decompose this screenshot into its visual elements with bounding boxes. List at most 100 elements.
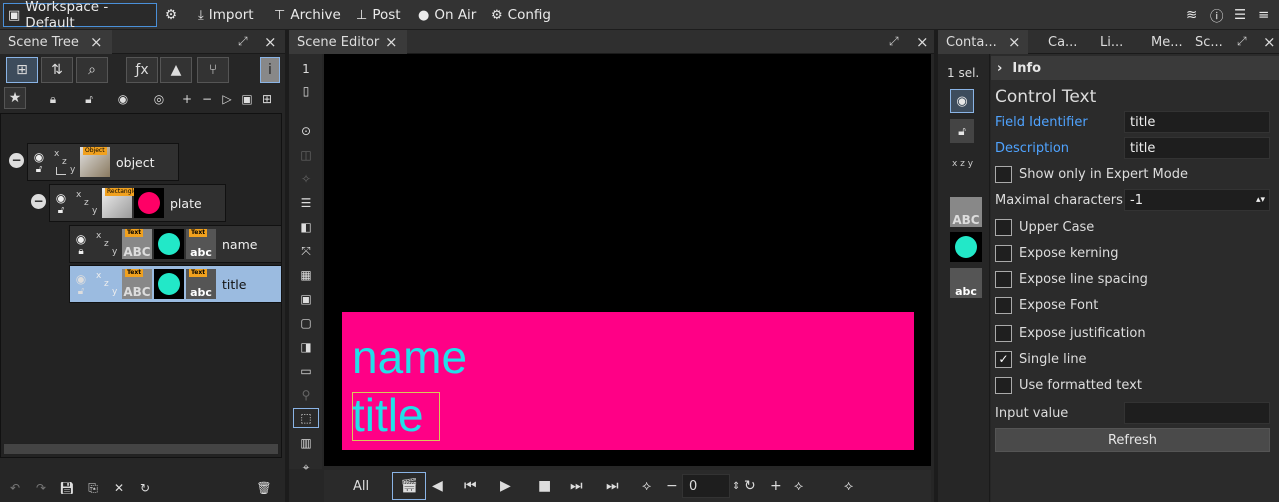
tab-lights[interactable]: Li...	[1092, 30, 1123, 54]
play-icon[interactable]: ▶	[500, 470, 511, 502]
matte-icon[interactable]: ◨	[297, 338, 315, 356]
checkbox-box[interactable]	[995, 218, 1012, 236]
post-button[interactable]: ⊥ Post	[356, 0, 401, 30]
trash-icon[interactable]: 🗑︎	[255, 479, 273, 497]
visible-icon[interactable]: ◉	[114, 90, 132, 108]
layer-icon[interactable]: ▯	[297, 82, 315, 100]
collapse-object-icon[interactable]: −	[9, 153, 24, 168]
visible-toggle-icon[interactable]: ◉	[950, 89, 974, 113]
tree-view-icon[interactable]: ⊞	[6, 57, 38, 83]
play-node-icon[interactable]: ▷	[218, 90, 236, 108]
scene-editor-panel-close-icon[interactable]: ×	[916, 30, 929, 54]
lock-toggle-icon[interactable]: 🔓︎	[950, 119, 974, 143]
canvas-name-text[interactable]: name	[352, 334, 467, 380]
step-back-icon[interactable]: ⏮︎	[464, 470, 477, 502]
text-style-thumbnail[interactable]: abc	[950, 268, 982, 298]
close-scene-icon[interactable]: ✕	[110, 479, 128, 497]
scene-tree-maximize-icon[interactable]: ⤢	[238, 34, 248, 49]
description-input[interactable]: title	[1124, 137, 1270, 159]
horizontal-scrollbar[interactable]	[3, 443, 279, 455]
info-header[interactable]: › Info	[991, 56, 1279, 80]
keyframe-icon[interactable]: ⟡	[844, 470, 853, 502]
container-icon[interactable]: ▣	[238, 90, 256, 108]
config-button[interactable]: ⚙ Config	[491, 0, 551, 30]
favorite-icon[interactable]: ★	[4, 87, 26, 109]
checkbox-box[interactable]	[995, 270, 1012, 288]
camera-focus-icon[interactable]: ⊙	[297, 122, 315, 140]
material-thumbnail[interactable]	[950, 232, 982, 262]
bounding-box-icon[interactable]: ⬚	[293, 408, 319, 428]
scene-tree-close-icon[interactable]: ×	[90, 30, 103, 54]
rewind-icon[interactable]: ◀	[432, 470, 443, 502]
info-icon[interactable]: i	[260, 57, 280, 83]
hidden-icon[interactable]: ◎	[150, 90, 168, 108]
stop-icon[interactable]: ■	[538, 470, 551, 502]
expose-font-checkbox[interactable]: Expose Font	[995, 294, 1098, 316]
crosshair-icon[interactable]: ⌖	[297, 458, 315, 476]
archive-button[interactable]: ⊤ Archive	[274, 0, 341, 30]
lock-icon[interactable]: 🔒︎	[44, 90, 62, 108]
settings-gear-icon[interactable]: ⚙	[165, 0, 177, 30]
spinner-icon[interactable]: ▴▾	[1256, 195, 1265, 205]
unlock-icon[interactable]: 🔓︎	[80, 90, 98, 108]
single-line-checkbox[interactable]: ✓ Single line	[995, 348, 1087, 370]
image-icon[interactable]: ▲	[160, 57, 192, 83]
expose-line-spacing-checkbox[interactable]: Expose line spacing	[995, 268, 1148, 290]
light-icon[interactable]: ✧	[297, 170, 315, 188]
on-air-button[interactable]: ● On Air	[418, 0, 476, 30]
maximal-characters-input[interactable]: -1 ▴▾	[1124, 189, 1270, 211]
to-end-icon[interactable]: ⏭	[606, 470, 619, 502]
undo-icon[interactable]: ↶	[6, 479, 24, 497]
input-value-field[interactable]	[1124, 402, 1270, 424]
database-icon[interactable]: ≋	[1186, 0, 1197, 30]
checkbox-box[interactable]	[995, 165, 1012, 183]
tree-node-title[interactable]: ◉ 🔓︎ xzy ABC Text abc Text title	[69, 265, 282, 303]
keyframe-next-icon[interactable]: ⟡	[794, 470, 803, 502]
sort-tree-icon[interactable]: ⇅	[41, 57, 73, 83]
tab-camera[interactable]: Ca...	[1040, 30, 1077, 54]
save-as-icon[interactable]: ⎘	[84, 479, 102, 497]
keyframe-prev-icon[interactable]: ⟡	[642, 470, 651, 502]
visibility-icon[interactable]: ◉ 🔓︎	[28, 150, 50, 175]
minus-icon[interactable]: −	[666, 470, 678, 502]
camera-icon[interactable]: ◫	[297, 146, 315, 164]
plus-icon[interactable]: +	[770, 470, 782, 502]
checkbox-box[interactable]	[995, 324, 1012, 342]
checkbox-box[interactable]	[995, 296, 1012, 314]
expose-justification-checkbox[interactable]: Expose justification	[995, 322, 1146, 344]
frame-input[interactable]: 0	[682, 474, 730, 498]
pin-icon[interactable]: ⚲	[297, 386, 315, 404]
checkbox-box[interactable]	[995, 244, 1012, 262]
transform-icon[interactable]: ⤧	[297, 242, 315, 260]
frame-icon[interactable]: ▣	[297, 290, 315, 308]
expose-kerning-checkbox[interactable]: Expose kerning	[995, 242, 1119, 264]
reload-icon[interactable]: ↻	[136, 479, 154, 497]
add-node-icon[interactable]: +	[178, 90, 196, 108]
log-icon[interactable]: ☰	[1234, 0, 1246, 30]
rectangle-icon[interactable]: ▭	[297, 362, 315, 380]
text-thumbnail[interactable]: ABC	[950, 197, 982, 227]
workspace-button[interactable]: ▣ Workspace - Default	[3, 0, 157, 31]
tab-scene[interactable]: Sc...	[1187, 30, 1223, 54]
control-panel-close-icon[interactable]: ×	[1263, 30, 1276, 54]
use-formatted-text-checkbox[interactable]: Use formatted text	[995, 374, 1142, 396]
collapse-plate-icon[interactable]: −	[31, 194, 46, 209]
description-label[interactable]: Description	[995, 137, 1069, 159]
all-label[interactable]: All	[353, 470, 369, 502]
stats-icon[interactable]: ▥	[297, 434, 315, 452]
refresh-button[interactable]: Refresh	[995, 428, 1270, 452]
loop-icon[interactable]: ↻	[744, 470, 756, 502]
help-icon[interactable]: ⓘ	[1210, 0, 1224, 30]
visibility-icon[interactable]: ◉ 🔓︎	[50, 191, 72, 216]
visibility-icon[interactable]: ◉ 🔓︎	[70, 272, 92, 297]
scene-tree-panel-close-icon[interactable]: ×	[264, 30, 277, 54]
upper-case-checkbox[interactable]: Upper Case	[995, 216, 1094, 238]
field-identifier-label[interactable]: Field Identifier	[995, 111, 1088, 133]
scene-editor-close-icon[interactable]: ×	[385, 30, 398, 54]
field-identifier-input[interactable]: title	[1124, 111, 1270, 133]
grid-icon[interactable]: ▦	[297, 266, 315, 284]
fx-icon[interactable]: ƒx	[126, 57, 158, 83]
control-maximize-icon[interactable]: ⤢	[1237, 34, 1247, 49]
hierarchy-icon[interactable]: ⑂	[197, 57, 229, 83]
contrast-icon[interactable]: ◧	[297, 218, 315, 236]
